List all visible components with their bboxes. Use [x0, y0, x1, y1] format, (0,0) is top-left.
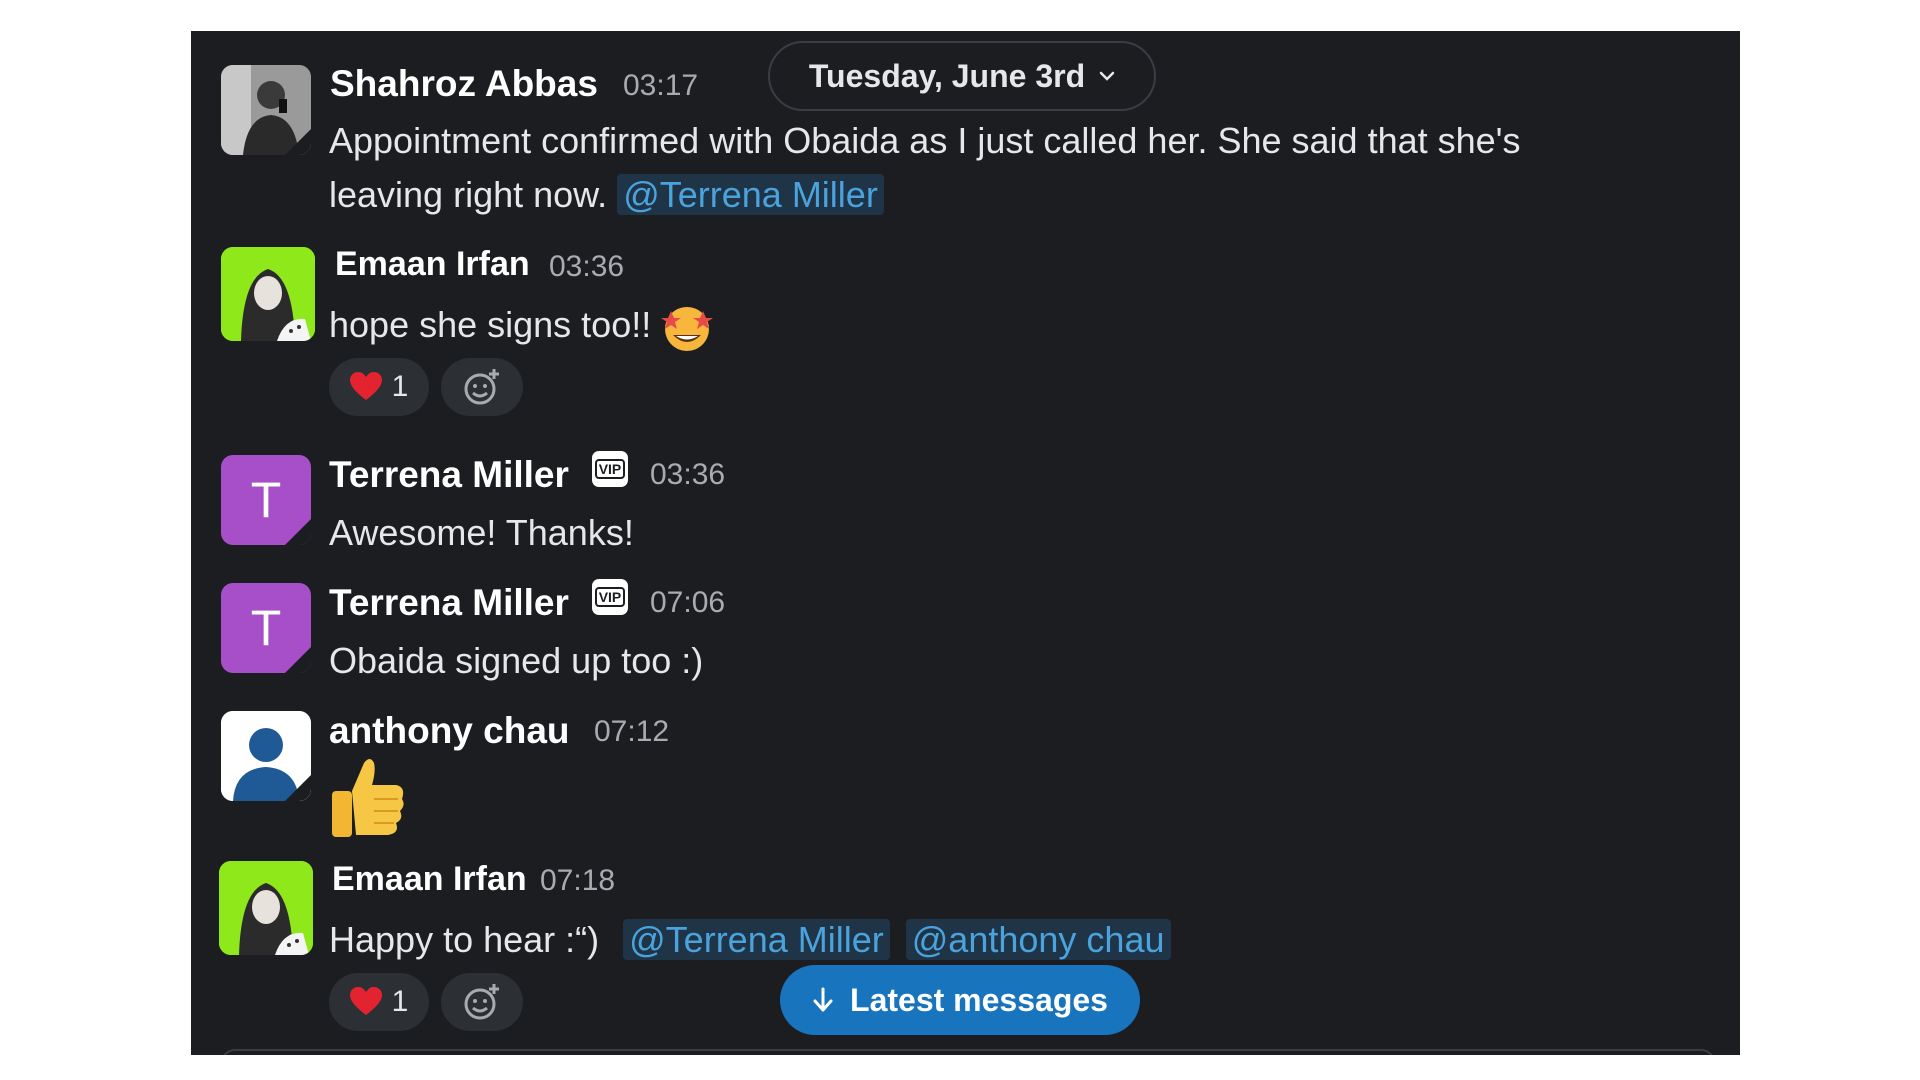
author-name[interactable]: Terrena Miller — [329, 454, 569, 496]
mention-link[interactable]: @Terrena Miller — [623, 919, 890, 960]
message-line: Appointment confirmed with Obaida as I j… — [329, 120, 1521, 161]
avatar-letter: T — [250, 600, 282, 656]
message-text: leaving right now. @Terrena Miller — [329, 168, 884, 222]
vip-badge: VIP — [592, 579, 628, 615]
message-text: Awesome! Thanks! — [329, 512, 634, 553]
user-photo-icon — [221, 247, 315, 341]
thumbs-up-emoji — [332, 759, 404, 837]
reaction-heart[interactable]: 1 — [329, 973, 429, 1031]
message-text: Happy to hear :“) @Terrena Miller @antho… — [329, 913, 1171, 967]
timestamp[interactable]: 03:36 — [650, 458, 725, 492]
star-struck-emoji — [661, 307, 714, 352]
author-name[interactable]: anthony chau — [329, 710, 570, 752]
add-reaction-button[interactable] — [441, 358, 523, 416]
author-name[interactable]: Shahroz Abbas — [330, 63, 598, 105]
message-line: hope she signs too!! — [329, 304, 652, 345]
date-label: Tuesday, June 3rd — [808, 57, 1086, 94]
reaction-count: 1 — [391, 370, 409, 403]
avatar-letter: T — [250, 472, 282, 528]
mention-link[interactable]: @anthony chau — [905, 919, 1171, 960]
author-name[interactable]: Emaan Irfan — [335, 245, 530, 284]
add-reaction-icon — [464, 369, 499, 405]
message-text: Appointment confirmed with Obaida as I j… — [329, 114, 1521, 168]
arrow-down-icon — [813, 987, 833, 1012]
author-name[interactable]: Emaan Irfan — [332, 860, 527, 899]
mention-link[interactable]: @Terrena Miller — [617, 174, 884, 215]
latest-messages-label: Latest messages — [850, 981, 1108, 1018]
message-text: Obaida signed up too :) — [329, 640, 704, 681]
avatar[interactable] — [221, 711, 311, 801]
reaction-heart[interactable]: 1 — [329, 358, 429, 416]
reaction-count: 1 — [391, 985, 409, 1018]
chat-panel: Shahroz Abbas 03:17 Appointment confirme… — [191, 31, 1740, 1055]
avatar[interactable] — [219, 861, 313, 955]
timestamp[interactable]: 07:12 — [594, 715, 669, 749]
message-line: leaving right now. — [329, 174, 608, 215]
add-reaction-icon — [464, 984, 499, 1020]
avatar[interactable] — [221, 65, 311, 155]
avatar[interactable] — [221, 247, 315, 341]
user-photo-icon — [219, 861, 313, 955]
heart-icon — [349, 372, 382, 400]
timestamp[interactable]: 03:36 — [549, 250, 624, 284]
message-text: hope she signs too!! — [329, 298, 714, 353]
latest-messages-button[interactable]: Latest messages — [780, 965, 1140, 1035]
message-line: Happy to hear :“) — [329, 919, 600, 960]
avatar[interactable]: T — [221, 583, 311, 673]
timestamp[interactable]: 07:18 — [540, 864, 615, 898]
date-divider-button[interactable]: Tuesday, June 3rd — [768, 41, 1156, 111]
timestamp[interactable]: 03:17 — [623, 69, 698, 103]
timestamp[interactable]: 07:06 — [650, 586, 725, 620]
chevron-down-icon — [1099, 71, 1115, 81]
message-composer[interactable] — [221, 1049, 1715, 1055]
author-name[interactable]: Terrena Miller — [329, 582, 569, 624]
add-reaction-button[interactable] — [441, 973, 523, 1031]
heart-icon — [349, 987, 382, 1015]
vip-badge: VIP — [592, 451, 628, 487]
avatar[interactable]: T — [221, 455, 311, 545]
